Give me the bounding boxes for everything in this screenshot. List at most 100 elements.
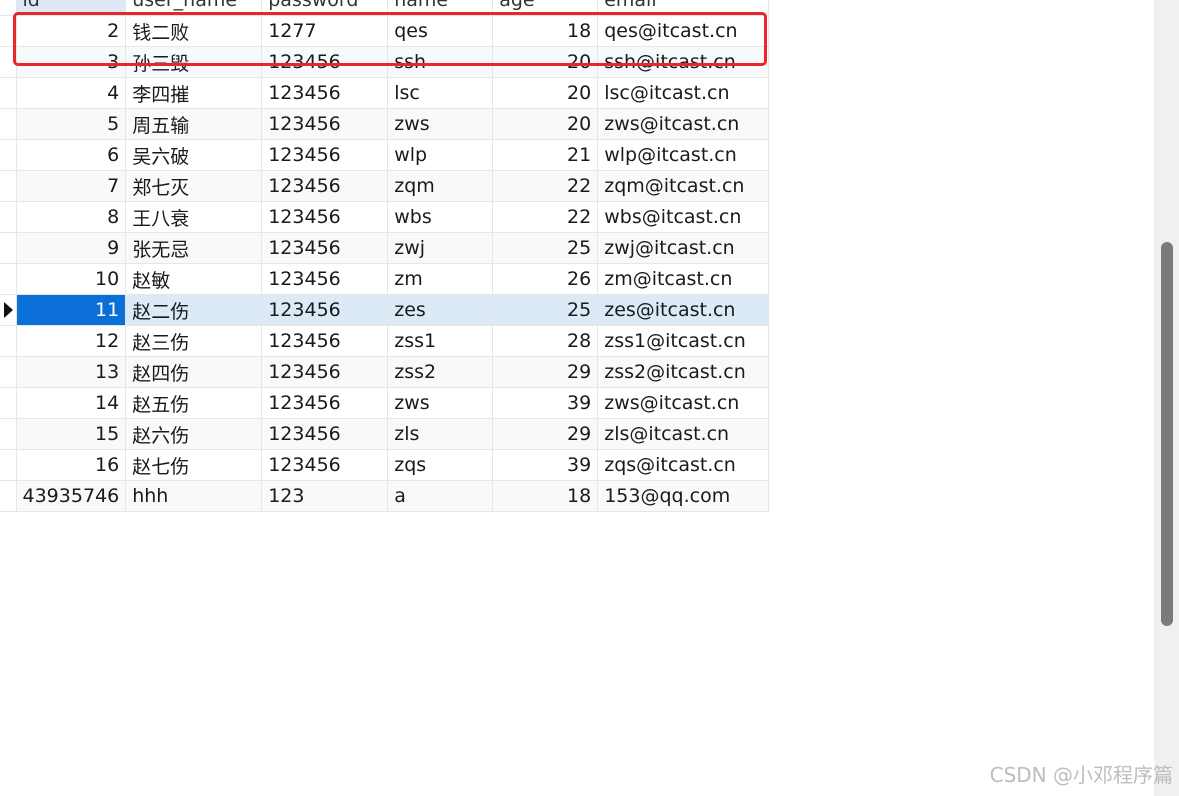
cell-email[interactable]: zws@itcast.cn [597,387,770,419]
table-row[interactable]: 2 钱二败 1277 qes 18 qes@itcast.cn [0,15,770,47]
cell-password[interactable]: 1277 [261,15,389,47]
cell-name[interactable]: zls [387,418,494,450]
row-indicator[interactable] [0,387,17,419]
row-indicator[interactable] [0,356,17,388]
row-indicator[interactable] [0,480,17,512]
table-row[interactable]: 4 李四摧 123456 lsc 20 lsc@itcast.cn [0,77,770,109]
vertical-scrollbar[interactable] [1154,0,1179,796]
table-row[interactable]: 3 孙三毁 123456 ssh 20 ssh@itcast.cn [0,46,770,78]
cell-age[interactable]: 18 [492,15,599,47]
table-row[interactable]: 8 王八衰 123456 wbs 22 wbs@itcast.cn [0,201,770,233]
cell-password[interactable]: 123456 [261,46,389,78]
cell-password[interactable]: 123456 [261,77,389,109]
cell-password[interactable]: 123456 [261,232,389,264]
cell-email[interactable]: lsc@itcast.cn [597,77,770,109]
cell-email[interactable]: ssh@itcast.cn [597,46,770,78]
cell-email[interactable]: zwj@itcast.cn [597,232,770,264]
cell-id[interactable]: 15 [15,418,127,450]
cell-id[interactable]: 12 [15,325,127,357]
cell-id[interactable]: 8 [15,201,127,233]
cell-email[interactable]: 153@qq.com [597,480,770,512]
cell-age[interactable]: 22 [492,201,599,233]
cell-name[interactable]: zss2 [387,356,494,388]
cell-name[interactable]: qes [387,15,494,47]
cell-user-name[interactable]: 吴六破 [125,139,263,171]
cell-id[interactable]: 4 [15,77,127,109]
cell-password[interactable]: 123456 [261,418,389,450]
column-header-password[interactable]: password [261,0,389,16]
column-header-email[interactable]: email [597,0,770,16]
cell-password[interactable]: 123456 [261,387,389,419]
cell-email[interactable]: wbs@itcast.cn [597,201,770,233]
cell-name[interactable]: wbs [387,201,494,233]
cell-email[interactable]: zls@itcast.cn [597,418,770,450]
column-header-id[interactable]: id [15,0,127,16]
row-indicator[interactable] [0,77,17,109]
cell-age[interactable]: 39 [492,449,599,481]
table-row[interactable]: 10 赵敏 123456 zm 26 zm@itcast.cn [0,263,770,295]
row-indicator[interactable] [0,15,17,47]
cell-email[interactable]: zws@itcast.cn [597,108,770,140]
cell-age[interactable]: 18 [492,480,599,512]
cell-id[interactable]: 11 [15,294,127,326]
cell-email[interactable]: zes@itcast.cn [597,294,770,326]
row-indicator[interactable] [0,449,17,481]
cell-user-name[interactable]: 赵二伤 [125,294,263,326]
cell-id[interactable]: 7 [15,170,127,202]
cell-age[interactable]: 20 [492,46,599,78]
row-indicator[interactable] [0,294,17,326]
cell-user-name[interactable]: 钱二败 [125,15,263,47]
cell-name[interactable]: zes [387,294,494,326]
cell-user-name[interactable]: 张无忌 [125,232,263,264]
column-header-age[interactable]: age [492,0,599,16]
cell-age[interactable]: 25 [492,232,599,264]
row-indicator[interactable] [0,170,17,202]
cell-name[interactable]: lsc [387,77,494,109]
cell-user-name[interactable]: 孙三毁 [125,46,263,78]
cell-id[interactable]: 6 [15,139,127,171]
table-row[interactable]: 12 赵三伤 123456 zss1 28 zss1@itcast.cn [0,325,770,357]
table-row[interactable]: 13 赵四伤 123456 zss2 29 zss2@itcast.cn [0,356,770,388]
cell-age[interactable]: 20 [492,108,599,140]
row-indicator[interactable] [0,325,17,357]
cell-user-name[interactable]: 郑七灭 [125,170,263,202]
row-indicator[interactable] [0,108,17,140]
cell-age[interactable]: 28 [492,325,599,357]
cell-email[interactable]: wlp@itcast.cn [597,139,770,171]
cell-user-name[interactable]: 王八衰 [125,201,263,233]
cell-id[interactable]: 2 [15,15,127,47]
cell-user-name[interactable]: hhh [125,480,263,512]
cell-age[interactable]: 21 [492,139,599,171]
cell-email[interactable]: zss1@itcast.cn [597,325,770,357]
cell-age[interactable]: 39 [492,387,599,419]
cell-user-name[interactable]: 赵五伤 [125,387,263,419]
cell-password[interactable]: 123456 [261,263,389,295]
cell-name[interactable]: wlp [387,139,494,171]
cell-age[interactable]: 20 [492,77,599,109]
cell-id[interactable]: 14 [15,387,127,419]
row-indicator[interactable] [0,418,17,450]
cell-password[interactable]: 123456 [261,170,389,202]
cell-email[interactable]: zss2@itcast.cn [597,356,770,388]
scrollbar-thumb[interactable] [1161,242,1173,626]
cell-user-name[interactable]: 赵七伤 [125,449,263,481]
cell-email[interactable]: zm@itcast.cn [597,263,770,295]
cell-password[interactable]: 123456 [261,356,389,388]
cell-password[interactable]: 123456 [261,449,389,481]
cell-name[interactable]: zqm [387,170,494,202]
table-row[interactable]: 7 郑七灭 123456 zqm 22 zqm@itcast.cn [0,170,770,202]
cell-age[interactable]: 29 [492,356,599,388]
cell-user-name[interactable]: 赵三伤 [125,325,263,357]
table-row[interactable]: 9 张无忌 123456 zwj 25 zwj@itcast.cn [0,232,770,264]
cell-name[interactable]: zwj [387,232,494,264]
cell-user-name[interactable]: 赵敏 [125,263,263,295]
cell-id[interactable]: 10 [15,263,127,295]
cell-password[interactable]: 123456 [261,294,389,326]
cell-name[interactable]: a [387,480,494,512]
cell-id[interactable]: 43935746 [15,480,127,512]
cell-name[interactable]: ssh [387,46,494,78]
table-row[interactable]: 15 赵六伤 123456 zls 29 zls@itcast.cn [0,418,770,450]
table-row[interactable]: 6 吴六破 123456 wlp 21 wlp@itcast.cn [0,139,770,171]
cell-id[interactable]: 16 [15,449,127,481]
table-row[interactable]: 5 周五输 123456 zws 20 zws@itcast.cn [0,108,770,140]
